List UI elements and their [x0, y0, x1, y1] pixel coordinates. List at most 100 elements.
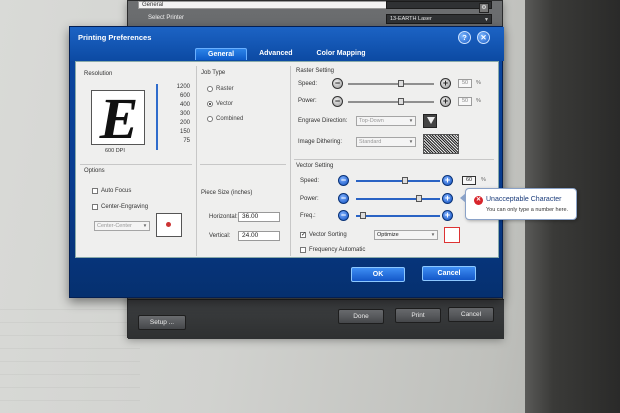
- vector-freq-slider[interactable]: [356, 215, 440, 217]
- vector-sorting-checkbox[interactable]: ✓ Vector Sorting: [300, 232, 347, 238]
- print-button[interactable]: Print: [395, 308, 441, 323]
- chevron-down-icon: ▼: [430, 232, 436, 237]
- divider: [80, 164, 192, 165]
- radio-vector[interactable]: Vector: [207, 101, 233, 107]
- general-field[interactable]: General: [138, 1, 388, 9]
- resolution-preview: E: [91, 86, 145, 151]
- checkbox-label: Center-Engraving: [101, 204, 149, 210]
- divider: [200, 164, 286, 165]
- checkbox[interactable]: [92, 188, 98, 194]
- horizontal-input[interactable]: 36.00: [238, 212, 280, 222]
- raster-setting-label: Raster Setting: [296, 68, 335, 74]
- radio-button[interactable]: [207, 101, 213, 107]
- cancel-print-button[interactable]: Cancel: [448, 307, 494, 322]
- top-combo[interactable]: [386, 1, 492, 9]
- vertical-label: Vertical:: [209, 233, 231, 239]
- general-panel: Resolution E 600 DPI 1200 600 400 300 20…: [75, 61, 499, 258]
- done-button[interactable]: Done: [338, 309, 384, 324]
- chevron-down-icon: ▼: [408, 118, 414, 123]
- dialog-title: Printing Preferences: [78, 33, 152, 42]
- center-position-icon: [156, 213, 182, 237]
- divider: [290, 66, 291, 256]
- engrave-direction-select[interactable]: Top-Down ▼: [356, 116, 416, 126]
- checkbox[interactable]: ✓: [300, 232, 306, 238]
- sorting-mode-select[interactable]: Optimize ▼: [374, 230, 438, 240]
- dpi-option[interactable]: 75: [168, 137, 190, 146]
- radio-button[interactable]: [207, 116, 213, 122]
- vector-power-plus-button[interactable]: +: [442, 193, 453, 204]
- slider-thumb[interactable]: [398, 80, 404, 87]
- tools-icon[interactable]: ✕: [477, 31, 490, 44]
- vector-freq-minus-button[interactable]: −: [338, 210, 349, 221]
- dpi-option[interactable]: 300: [168, 110, 190, 119]
- chevron-down-icon: ▼: [408, 139, 414, 144]
- raster-power-input[interactable]: 50: [458, 97, 472, 106]
- checkbox[interactable]: [92, 204, 98, 210]
- vector-speed-slider[interactable]: [356, 180, 440, 182]
- center-mode-select[interactable]: Center-Center ▼: [94, 221, 150, 231]
- raster-power-plus-button[interactable]: +: [440, 96, 451, 107]
- dpi-slider[interactable]: [156, 84, 158, 150]
- vector-speed-minus-button[interactable]: −: [338, 175, 349, 186]
- vertical-input[interactable]: 24.00: [238, 231, 280, 241]
- error-tooltip: ✕ Unacceptable Character You can only ty…: [460, 188, 577, 220]
- raster-speed-minus-button[interactable]: −: [332, 78, 343, 89]
- auto-focus-checkbox[interactable]: Auto Focus: [92, 188, 131, 194]
- radio-combined[interactable]: Combined: [207, 116, 243, 122]
- vector-power-slider[interactable]: [356, 198, 440, 200]
- vector-power-minus-button[interactable]: −: [338, 193, 349, 204]
- vector-freq-label: Freq.:: [300, 213, 316, 219]
- tab-general[interactable]: General: [195, 48, 248, 60]
- vector-freq-plus-button[interactable]: +: [442, 210, 453, 221]
- image-dithering-select[interactable]: Standard ▼: [356, 137, 416, 147]
- dpi-option[interactable]: 1200: [168, 83, 190, 92]
- vector-speed-plus-button[interactable]: +: [442, 175, 453, 186]
- vector-speed-label: Speed:: [300, 178, 320, 184]
- raster-power-minus-button[interactable]: −: [332, 96, 343, 107]
- raster-power-slider[interactable]: [348, 101, 434, 103]
- slider-thumb[interactable]: [360, 212, 366, 219]
- slider-thumb[interactable]: [416, 195, 422, 202]
- piece-size-label: Piece Size (inches): [201, 190, 253, 196]
- properties-icon[interactable]: ⚙: [479, 3, 489, 13]
- tooltip-message: You can only type a number here.: [486, 207, 569, 213]
- raster-speed-slider[interactable]: [348, 83, 434, 85]
- tooltip-arrow: [460, 193, 466, 203]
- setup-button[interactable]: Setup ...: [138, 315, 186, 330]
- image-dithering-label: Image Dithering:: [298, 139, 343, 145]
- dpi-option[interactable]: 150: [168, 128, 190, 137]
- ok-button[interactable]: OK: [351, 267, 405, 282]
- checkbox[interactable]: [300, 247, 306, 253]
- percent-label: %: [476, 80, 481, 86]
- horizontal-label: Horizontal:: [209, 214, 238, 220]
- tab-color-mapping[interactable]: Color Mapping: [305, 48, 378, 60]
- preview-letter: E: [99, 86, 139, 151]
- help-icon[interactable]: ?: [458, 31, 471, 44]
- frequency-automatic-checkbox[interactable]: Frequency Automatic: [300, 247, 365, 253]
- dithering-preview: [423, 134, 459, 154]
- current-dpi: 600 DPI: [105, 148, 125, 154]
- dpi-option[interactable]: 600: [168, 92, 190, 101]
- image-dithering-value: Standard: [359, 139, 382, 145]
- dpi-option[interactable]: 400: [168, 101, 190, 110]
- radio-raster[interactable]: Raster: [207, 86, 234, 92]
- radio-label: Raster: [216, 86, 234, 92]
- radio-button[interactable]: [207, 86, 213, 92]
- printing-preferences-dialog: Printing Preferences ? ✕ General Advance…: [69, 26, 504, 298]
- raster-speed-plus-button[interactable]: +: [440, 78, 451, 89]
- center-engraving-checkbox[interactable]: Center-Engraving: [92, 204, 148, 210]
- background-texture: [0, 300, 140, 413]
- slider-thumb[interactable]: [402, 177, 408, 184]
- vector-speed-input[interactable]: 60: [462, 176, 476, 185]
- dpi-option[interactable]: 200: [168, 119, 190, 128]
- slider-thumb[interactable]: [398, 98, 404, 105]
- raster-speed-input[interactable]: 50: [458, 79, 472, 88]
- tab-advanced[interactable]: Advanced: [247, 48, 304, 60]
- dpi-options: 1200 600 400 300 200 150 75: [168, 83, 190, 146]
- cancel-button[interactable]: Cancel: [422, 266, 476, 281]
- printer-select[interactable]: 13-EARTH Laser ▼: [386, 14, 492, 24]
- divider: [196, 66, 197, 256]
- radio-label: Vector: [216, 101, 234, 107]
- resolution-label: Resolution: [84, 71, 113, 77]
- printer-select-value: 13-EARTH Laser: [390, 16, 432, 22]
